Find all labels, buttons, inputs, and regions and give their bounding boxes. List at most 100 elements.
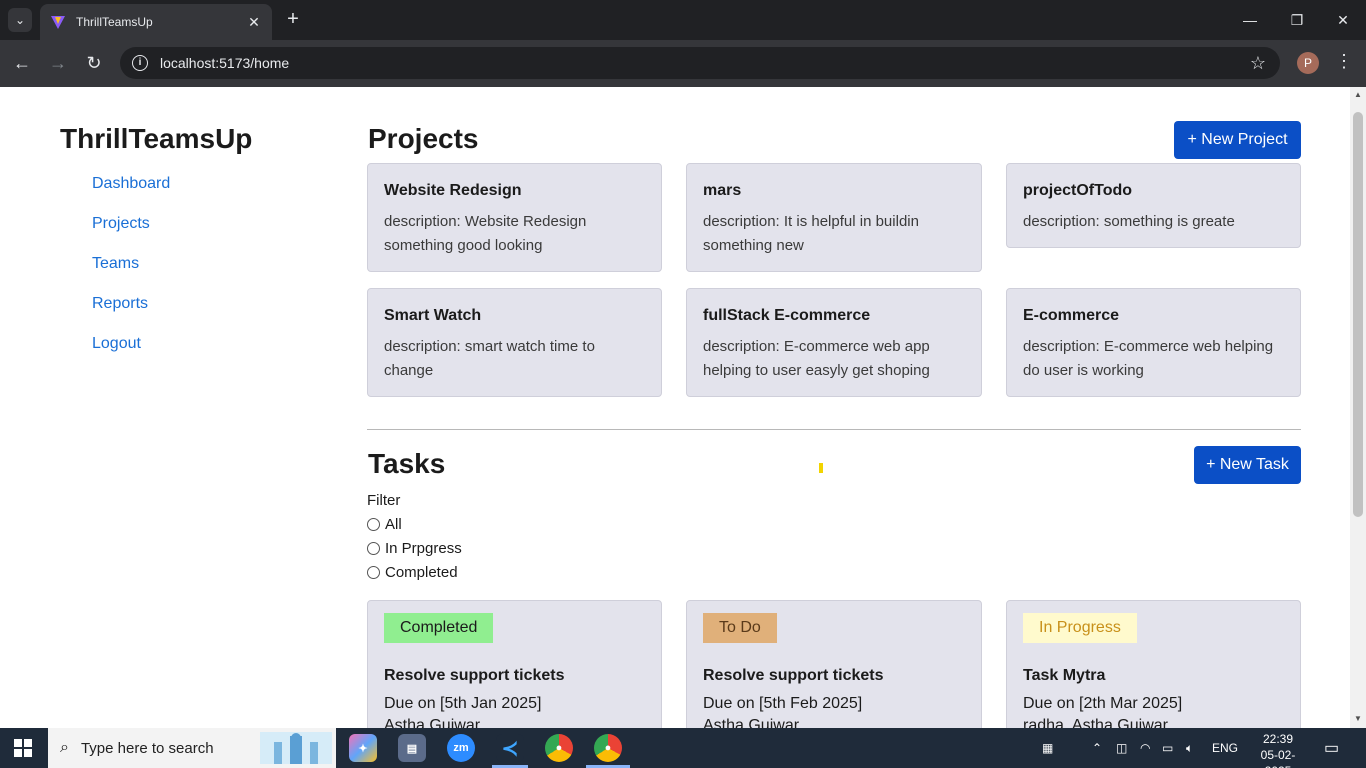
bookmark-star-icon[interactable]: ☆ [1250, 53, 1266, 74]
project-description: description: It is helpful in buildin so… [703, 213, 919, 254]
search-highlight-illustration-icon [260, 732, 332, 764]
radio-label: All [385, 516, 402, 533]
scroll-up-arrow-icon[interactable]: ▲ [1353, 90, 1363, 100]
projects-heading: Projects [368, 123, 479, 154]
task-card[interactable]: Completed Resolve support tickets Due on… [367, 600, 662, 728]
sidebar-item-teams[interactable]: Teams [92, 255, 139, 273]
task-due-date: Due on [5th Jan 2025] [384, 695, 542, 712]
browser-toolbar: ← → ↻ i localhost:5173/home ☆ P ⋮ [0, 40, 1366, 87]
tab-close-icon[interactable]: ✕ [246, 14, 262, 31]
project-card[interactable]: Smart Watch description: smart watch tim… [367, 288, 662, 397]
clock-time: 22:39 [1262, 732, 1294, 746]
project-name: E-commerce [1023, 307, 1120, 324]
radio-label: In Prpgress [385, 540, 462, 557]
back-arrow-icon[interactable]: ← [10, 51, 34, 75]
meet-now-icon[interactable]: ◫ [1116, 728, 1127, 768]
reload-icon[interactable]: ↻ [82, 51, 106, 75]
new-project-button[interactable]: + New Project [1174, 121, 1301, 159]
status-badge: Completed [384, 613, 494, 643]
status-badge: To Do [703, 613, 777, 643]
profile-avatar[interactable]: P [1297, 52, 1319, 74]
filter-option-in-progress[interactable]: In Prpgress [367, 540, 462, 557]
sidebar-item-dashboard[interactable]: Dashboard [92, 175, 170, 193]
project-description: description: something is greate [1023, 213, 1235, 230]
notification-center-icon[interactable]: ▭ [1324, 728, 1339, 768]
project-description: description: Website Redesign something … [384, 213, 587, 254]
project-description: description: smart watch time to change [384, 338, 595, 379]
radio-button[interactable] [367, 542, 380, 555]
task-card[interactable]: In Progress Task Mytra Due on [2th Mar 2… [1006, 600, 1301, 728]
scroll-down-arrow-icon[interactable]: ▼ [1353, 714, 1363, 724]
project-card[interactable]: fullStack E-commerce description: E-comm… [686, 288, 982, 397]
sidebar-item-reports[interactable]: Reports [92, 295, 148, 313]
project-card[interactable]: projectOfTodo description: something is … [1006, 163, 1301, 248]
project-name: Smart Watch [384, 307, 482, 324]
task-name: Resolve support tickets [384, 667, 565, 684]
browser-menu-icon[interactable]: ⋮ [1334, 51, 1354, 72]
task-due-date: Due on [5th Feb 2025] [703, 695, 863, 712]
chrome-profile-app-icon[interactable]: ● [594, 734, 622, 762]
status-badge: In Progress [1023, 613, 1137, 643]
filter-option-completed[interactable]: Completed [367, 564, 458, 581]
url-text[interactable]: localhost:5173/home [160, 55, 1250, 71]
app-brand: ThrillTeamsUp [60, 123, 253, 154]
windows-taskbar: ⌕ Type here to search ✦ ▤ zm ≺ ● ● ▦ ⌃ ◫… [0, 728, 1366, 768]
minimize-icon[interactable]: — [1238, 8, 1262, 32]
chrome-app-icon[interactable]: ● [545, 734, 573, 762]
news-widget-icon[interactable]: ▦ [1042, 728, 1053, 768]
close-window-icon[interactable]: ✕ [1331, 8, 1355, 32]
task-assignees: Astha Gujwar [703, 717, 800, 728]
tab-title: ThrillTeamsUp [76, 15, 153, 29]
project-card[interactable]: mars description: It is helpful in build… [686, 163, 982, 272]
task-due-date: Due on [2th Mar 2025] [1023, 695, 1183, 712]
project-name: fullStack E-commerce [703, 307, 871, 324]
file-explorer-app-icon[interactable]: ▤ [398, 734, 426, 762]
show-hidden-icons-chevron-icon[interactable]: ⌃ [1092, 728, 1102, 768]
copilot-app-icon[interactable]: ✦ [349, 734, 377, 762]
taskbar-clock[interactable]: 22:39 05-02-2025 [1249, 731, 1307, 768]
wifi-icon[interactable]: ◠ [1140, 728, 1150, 768]
project-description: description: E-commerce web app helping … [703, 338, 930, 379]
project-card[interactable]: E-commerce description: E-commerce web h… [1006, 288, 1301, 397]
project-card[interactable]: Website Redesign description: Website Re… [367, 163, 662, 272]
radio-button[interactable] [367, 518, 380, 531]
forward-arrow-icon[interactable]: → [46, 51, 70, 75]
address-bar[interactable]: i localhost:5173/home ☆ [120, 47, 1280, 79]
taskbar-search-box[interactable]: ⌕ Type here to search [48, 728, 336, 768]
windows-start-icon[interactable] [14, 739, 32, 757]
browser-tab[interactable]: ThrillTeamsUp ✕ [40, 4, 272, 40]
task-name: Task Mytra [1023, 667, 1106, 684]
site-info-icon[interactable]: i [132, 55, 148, 71]
volume-icon[interactable]: 🔈︎ [1186, 728, 1193, 768]
tab-search-chevron-icon[interactable]: ⌄ [8, 8, 32, 32]
task-card[interactable]: To Do Resolve support tickets Due on [5t… [686, 600, 982, 728]
search-placeholder: Type here to search [80, 739, 214, 757]
project-name: mars [703, 182, 742, 199]
task-assignees: radha, Astha Gujwar [1023, 717, 1168, 728]
page-content: ThrillTeamsUp Dashboard Projects Teams R… [0, 87, 1350, 728]
scrollbar-thumb[interactable] [1353, 112, 1363, 517]
sidebar-item-projects[interactable]: Projects [92, 215, 150, 233]
battery-icon[interactable]: ▭ [1162, 728, 1173, 768]
radio-label: Completed [385, 564, 458, 581]
filter-option-all[interactable]: All [367, 516, 402, 533]
project-name: Website Redesign [384, 182, 522, 199]
clock-date: 05-02-2025 [1260, 748, 1296, 768]
new-task-button[interactable]: + New Task [1194, 446, 1301, 484]
section-divider [367, 429, 1301, 430]
radio-button[interactable] [367, 566, 380, 579]
new-tab-plus-icon[interactable]: + [282, 8, 304, 30]
project-name: projectOfTodo [1023, 182, 1133, 199]
vscode-app-icon[interactable]: ≺ [496, 734, 524, 762]
page-scrollbar[interactable]: ▲ ▼ [1350, 87, 1366, 728]
browser-tab-strip: ⌄ ThrillTeamsUp ✕ + — ❐ ✕ [0, 0, 1366, 40]
text-cursor-marker [819, 463, 823, 473]
filter-label: Filter [367, 492, 401, 509]
restore-window-icon[interactable]: ❐ [1285, 8, 1309, 32]
input-language[interactable]: ENG [1212, 728, 1238, 768]
search-icon: ⌕ [60, 739, 69, 756]
sidebar-item-logout[interactable]: Logout [92, 335, 141, 353]
zoom-app-icon[interactable]: zm [447, 734, 475, 762]
vite-favicon-icon [51, 16, 65, 29]
task-name: Resolve support tickets [703, 667, 884, 684]
